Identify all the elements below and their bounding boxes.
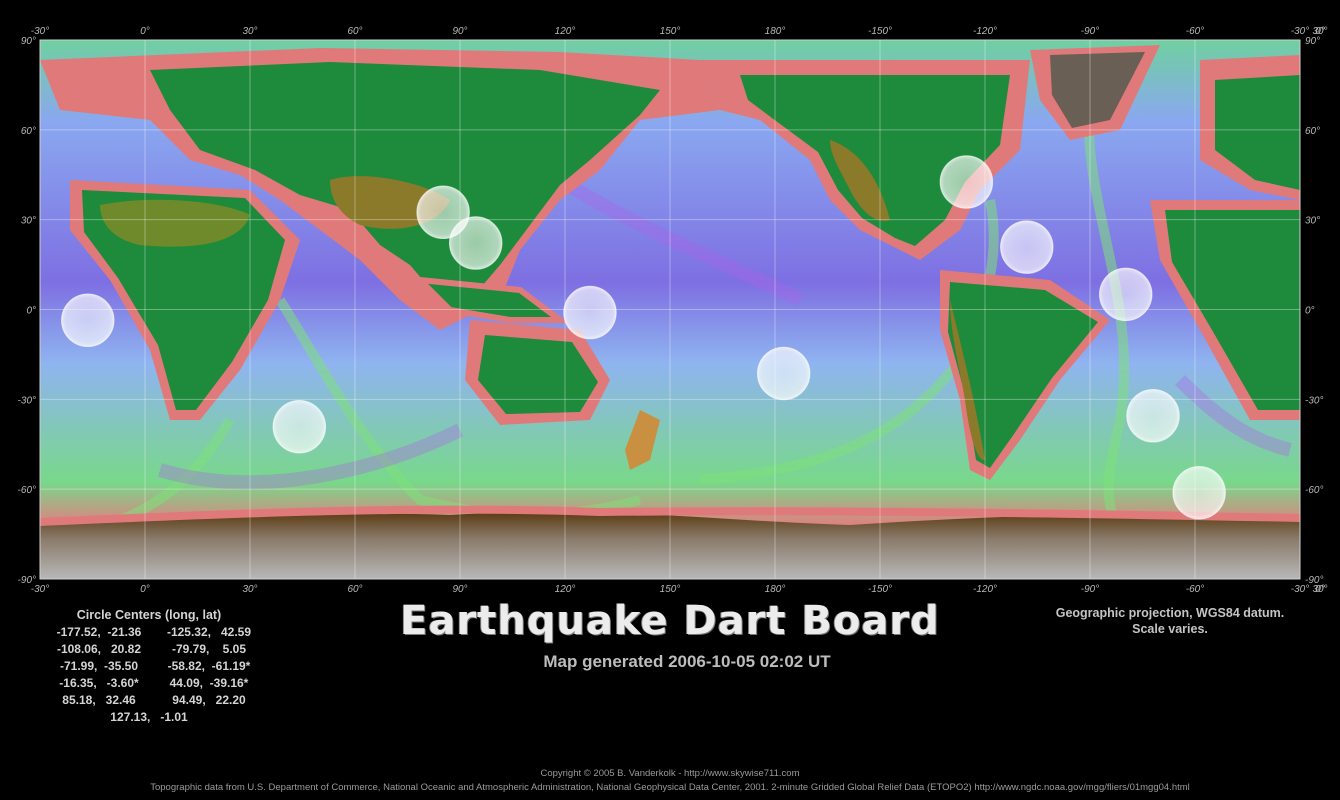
copyright-text: Copyright © 2005 B. Vanderkolk - http://… xyxy=(540,768,800,779)
page-title: Earthquake Dart Board xyxy=(400,598,940,644)
projection-note: Geographic projection, WGS84 datum. Scal… xyxy=(1030,605,1310,637)
world-map: -30° 0° 30° 60° 90° 120° 150° 180° -150° -120° -90… xyxy=(18,26,1328,595)
longitude-label: -60° xyxy=(1186,584,1204,595)
longitude-label: 180° xyxy=(765,584,786,595)
earthquake-circle xyxy=(448,216,503,270)
latitude-label: 0° xyxy=(1305,306,1315,317)
circle-centers-row: 85.18, 32.46 94.49, 22.20 xyxy=(44,692,284,709)
longitude-label: -150° xyxy=(868,26,892,37)
longitude-label: -60° xyxy=(1186,26,1204,37)
left-latitude-labels: 90° 60° 30° 0° -30° -60° -90° xyxy=(18,36,36,586)
longitude-label: 0° xyxy=(140,584,150,595)
longitude-label: 60° xyxy=(347,26,362,37)
latitude-label: -90° xyxy=(18,575,36,586)
scale-text: Scale varies. xyxy=(1132,622,1208,636)
circle-centers-title: Circle Centers (long, lat) xyxy=(76,608,222,622)
earthquake-circle xyxy=(1098,267,1153,322)
circle-center-value: 127.13, -1.01 xyxy=(110,710,188,724)
circle-center-value: -58.82, -61.19* xyxy=(167,659,251,673)
earthquake-circle xyxy=(563,285,617,340)
circle-center-value: -16.35, -3.60* xyxy=(59,676,139,690)
latitude-label: 60° xyxy=(1305,126,1320,137)
longitude-label: 0° xyxy=(140,26,150,37)
circle-center-value: 44.09, -39.16* xyxy=(169,676,249,690)
latitude-label: 60° xyxy=(21,126,36,137)
circle-centers-row: -177.52, -21.36 -125.32, 42.59 xyxy=(44,624,284,641)
longitude-label: 120° xyxy=(555,584,576,595)
latitude-label: -60° xyxy=(1305,485,1323,496)
circle-centers-panel: Circle Centers (long, lat) -177.52, -21.… xyxy=(44,607,284,726)
circle-center-value: -71.99, -35.50 xyxy=(59,659,139,673)
right-latitude-labels: 90° 60° 30° 0° -30° -60° -90° xyxy=(1305,36,1323,586)
circle-centers-row: -71.99, -35.50 -58.82, -61.19* xyxy=(44,658,284,675)
earthquake-circle xyxy=(61,293,115,348)
longitude-label: -120° xyxy=(973,584,997,595)
circle-centers-row: -108.06, 20.82 -79.79, 5.05 xyxy=(44,641,284,658)
bottom-longitude-labels: -30° 0° 30° 60° 90° 120° 150° 180° -150° -120° -90… xyxy=(31,584,1328,595)
earthquake-circle xyxy=(1000,220,1054,274)
longitude-label: 90° xyxy=(452,26,467,37)
latitude-label: 90° xyxy=(1305,36,1320,47)
circle-center-value: -108.06, 20.82 xyxy=(56,642,142,656)
longitude-label: 30° xyxy=(242,584,257,595)
map-generated-timestamp: Map generated 2006-10-05 02:02 UT xyxy=(543,652,831,671)
longitude-label: 150° xyxy=(660,584,681,595)
earthquake-circle xyxy=(1172,465,1226,520)
earthquake-circle xyxy=(272,400,327,454)
circle-center-value: -79.79, 5.05 xyxy=(171,642,247,656)
circle-center-value: -177.52, -21.36 xyxy=(56,625,142,639)
latitude-label: 30° xyxy=(21,216,36,227)
longitude-label: -120° xyxy=(973,26,997,37)
longitude-label: 180° xyxy=(765,26,786,37)
longitude-label: -150° xyxy=(868,584,892,595)
longitude-label: -90° xyxy=(1081,584,1099,595)
longitude-label: 120° xyxy=(555,26,576,37)
latitude-label: 90° xyxy=(21,36,36,47)
longitude-label: 60° xyxy=(347,584,362,595)
circle-center-value: 94.49, 22.20 xyxy=(172,693,246,707)
circle-center-value: -125.32, 42.59 xyxy=(166,625,252,639)
longitude-label: 30° xyxy=(242,26,257,37)
projection-text: Geographic projection, WGS84 datum. xyxy=(1055,606,1285,620)
circle-centers-row: -16.35, -3.60* 44.09, -39.16* xyxy=(44,675,284,692)
earthquake-circle xyxy=(1126,389,1180,443)
latitude-label: -90° xyxy=(1305,575,1323,586)
top-longitude-labels: -30° 0° 30° 60° 90° 120° 150° 180° -150° -120° -90… xyxy=(31,26,1328,37)
longitude-label: -90° xyxy=(1081,26,1099,37)
circle-centers-row: 127.13, -1.01 xyxy=(44,709,284,726)
latitude-label: -60° xyxy=(18,485,36,496)
longitude-label: 150° xyxy=(660,26,681,37)
latitude-label: -30° xyxy=(18,395,36,406)
earthquake-circle xyxy=(939,155,994,209)
data-source-text: Topographic data from U.S. Department of… xyxy=(150,782,1190,793)
longitude-label: 90° xyxy=(452,584,467,595)
latitude-label: -30° xyxy=(1305,395,1323,406)
latitude-label: 0° xyxy=(26,306,36,317)
earthquake-circle xyxy=(756,346,811,401)
circle-center-value: 85.18, 32.46 xyxy=(62,693,136,707)
latitude-label: 30° xyxy=(1305,216,1320,227)
